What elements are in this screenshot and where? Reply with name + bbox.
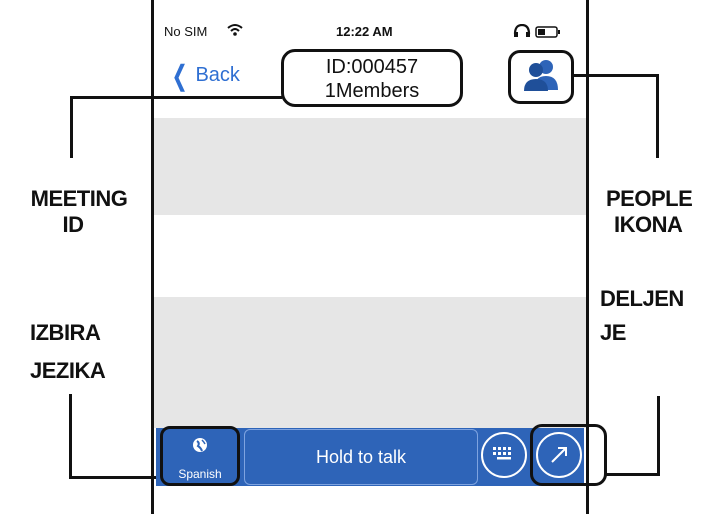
chevron-left-icon: ❮ [171,59,188,91]
keyboard-icon [492,446,516,465]
language-label: Spanish [178,467,222,481]
callout-line-people-v [656,74,659,158]
battery-icon [535,25,561,43]
share-icon [536,432,582,478]
callout-line-language-h [69,476,161,479]
callout-line-people-h [574,74,659,77]
label-share: DELJEN JE [600,286,684,346]
label-share-line1: DELJEN [600,286,684,311]
member-count: 1Members [324,80,420,102]
language-button[interactable]: Spanish [160,426,240,486]
meeting-id-box: ID:000457 1Members [281,49,463,107]
phone-frame-left [151,0,154,514]
people-button[interactable] [508,50,574,104]
status-time: 12:22 AM [336,24,393,39]
back-label: Back [195,64,240,86]
callout-line-share-v [657,396,660,476]
back-button[interactable]: ❮ Back [168,59,240,91]
keyboard-button[interactable] [481,432,527,478]
callout-line-language-v [69,394,72,479]
people-icon [521,57,561,98]
label-people-line1: PEOPLE [606,186,693,211]
label-meeting-id-line2: ID [62,212,85,237]
callout-line-meeting-h [70,96,282,99]
label-language-line1: IZBIRA [30,320,101,345]
content-panel-top [154,118,586,215]
status-carrier: No SIM [164,24,208,39]
globe-icon [192,437,208,458]
label-people-icon: PEOPLE IKONA [606,186,693,238]
label-share-line2: JE [600,320,626,345]
hold-to-talk-button[interactable]: Hold to talk [244,429,478,485]
meeting-id: ID:000457 [325,56,419,78]
callout-line-meeting-v [70,96,73,158]
label-meeting-id-line1: MEETING [30,186,128,211]
label-meeting-id: MEETING ID [13,186,145,238]
callout-line-share-h [606,473,660,476]
label-people-line2: IKONA [614,212,683,237]
wifi-icon [227,23,243,42]
content-panel-bottom [154,297,586,428]
label-language-line2: JEZIKA [30,358,106,383]
headphones-icon [513,23,531,43]
label-language: IZBIRA JEZIKA [30,320,106,384]
